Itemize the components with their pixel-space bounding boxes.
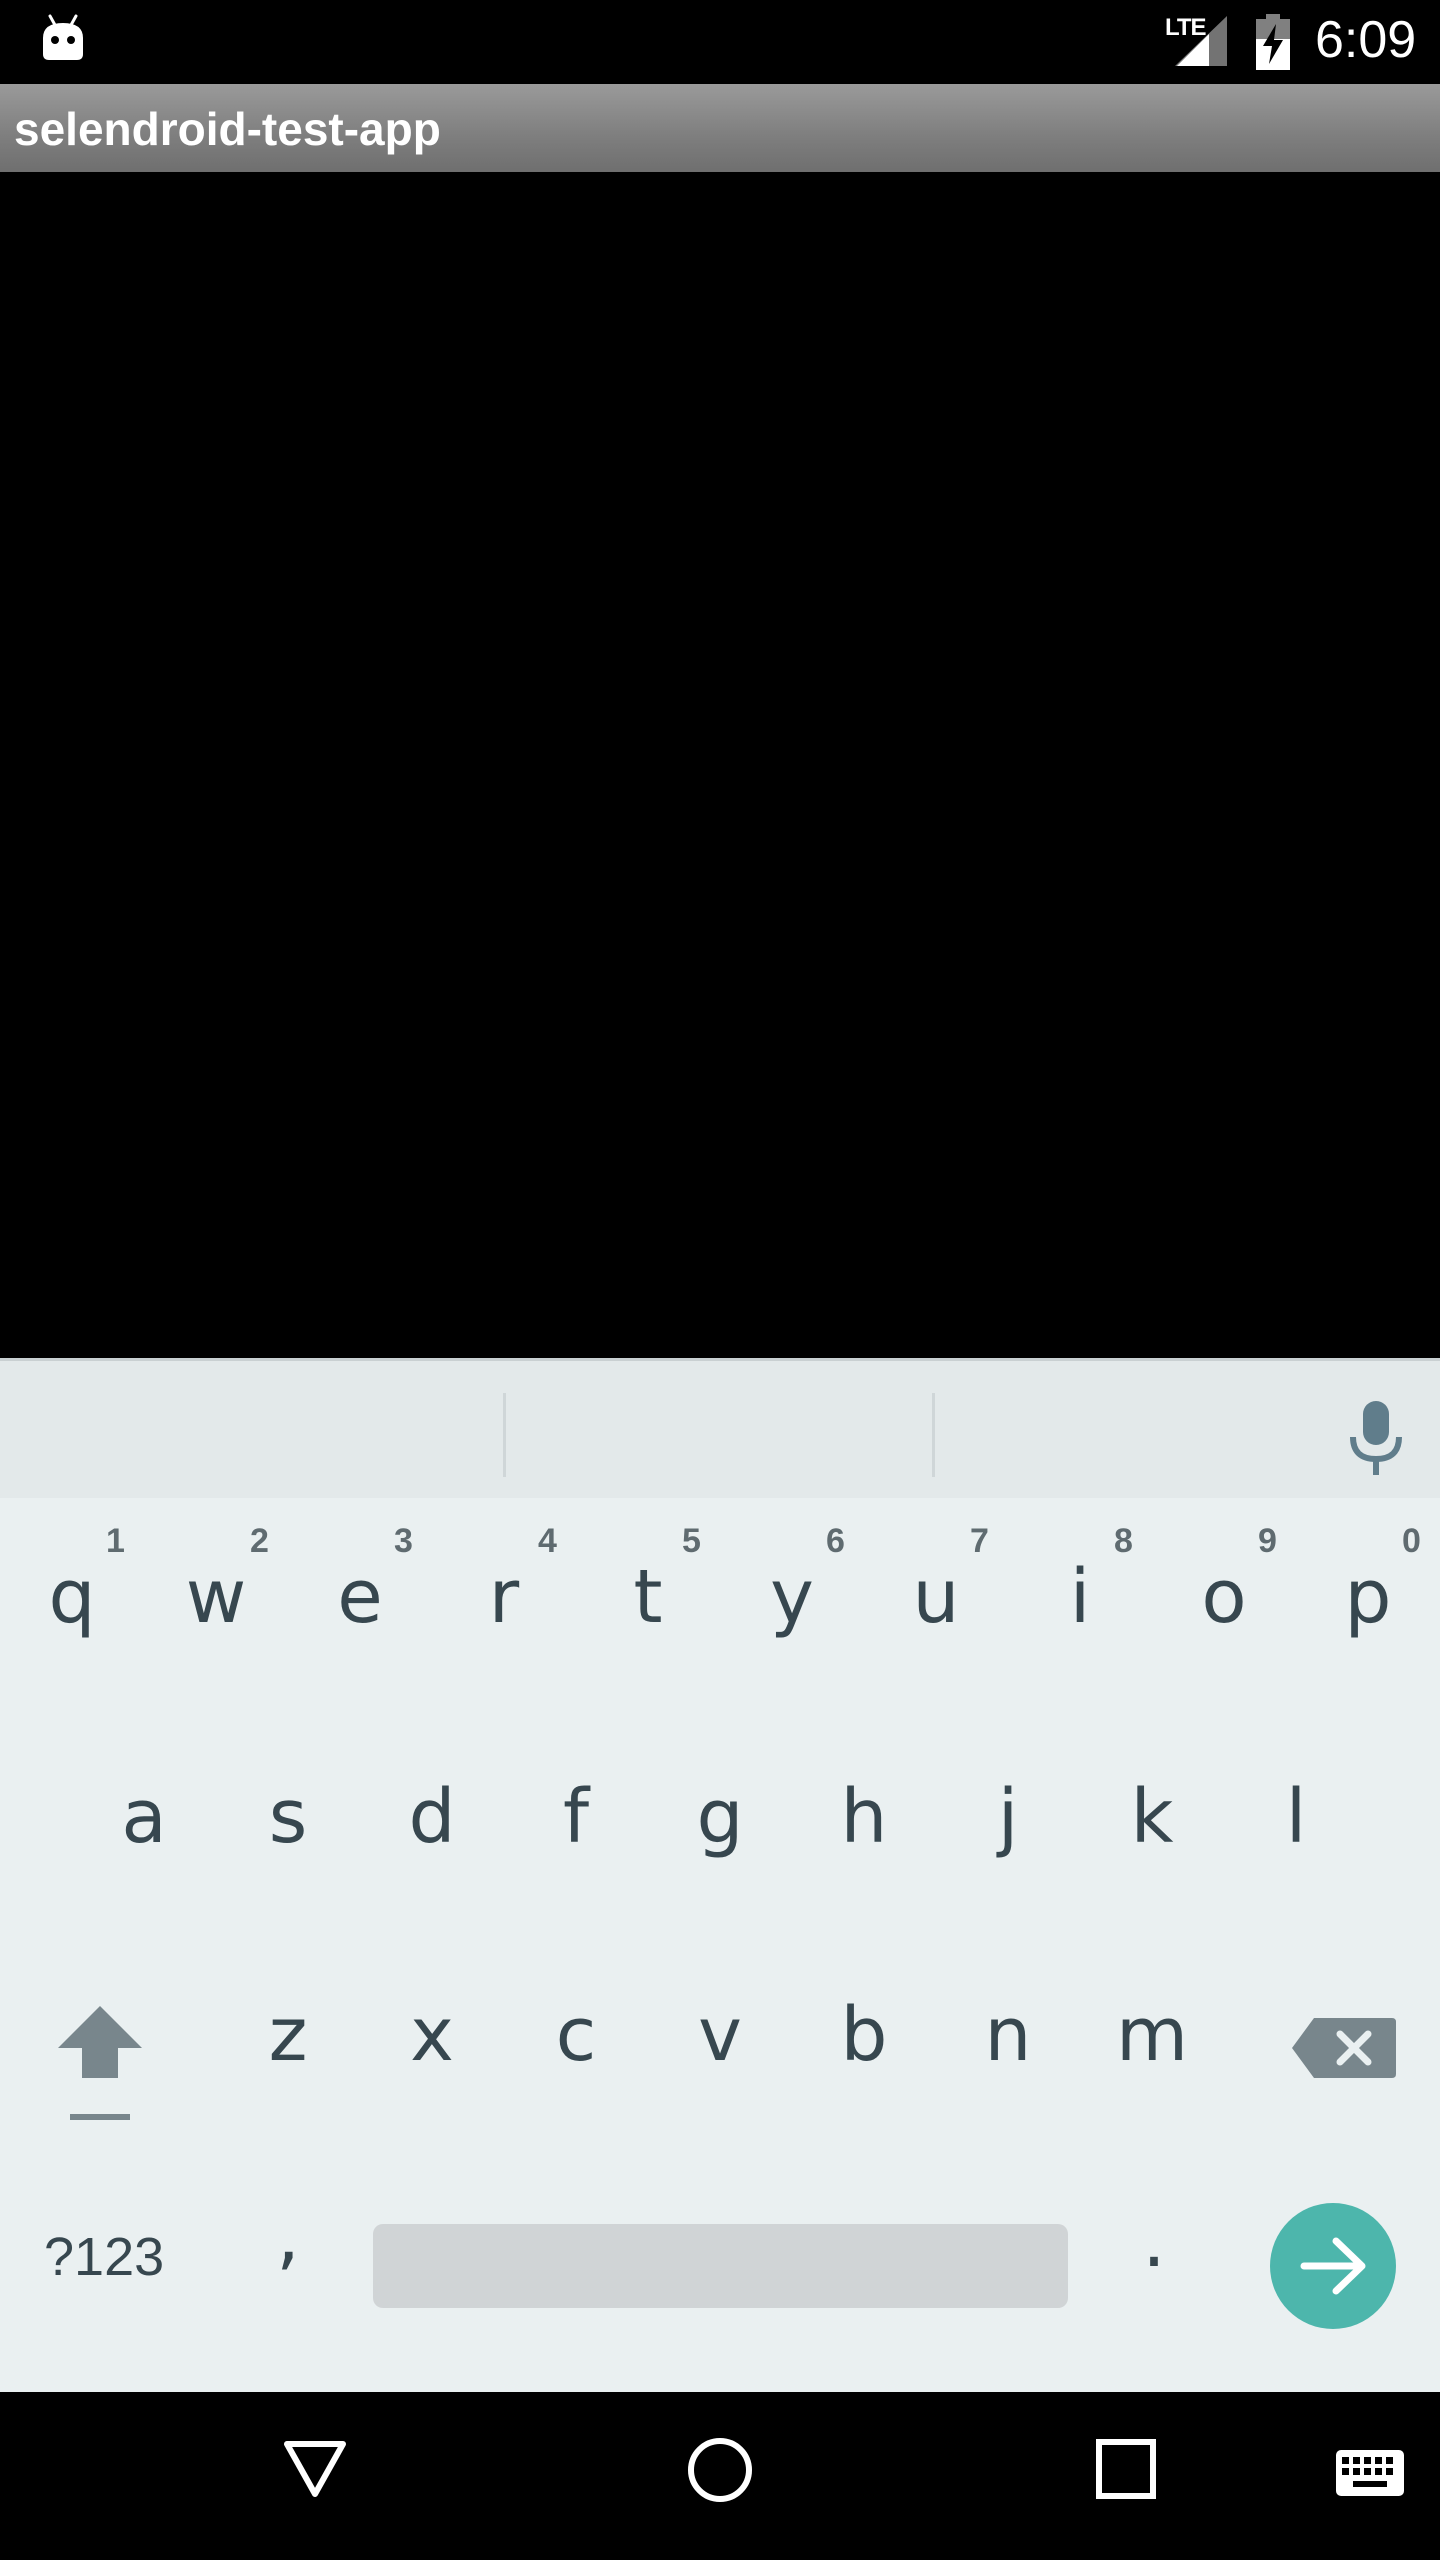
enter-button[interactable]: [1270, 2203, 1396, 2329]
suggestion-strip: [0, 1358, 1440, 1498]
key-d[interactable]: d: [360, 1730, 504, 1900]
key-p[interactable]: 0p: [1296, 1510, 1440, 1680]
keyboard-switch-icon[interactable]: [1334, 2448, 1406, 2498]
key-label: g: [696, 1774, 744, 1860]
key-label: z: [268, 1992, 308, 2078]
key-label: v: [698, 1992, 742, 2078]
key-label: b: [840, 1992, 888, 2078]
key-b[interactable]: b: [792, 1948, 936, 2118]
symbols-key[interactable]: ?123: [44, 2226, 164, 2288]
key-label: u: [912, 1554, 960, 1640]
key-label: x: [410, 1992, 454, 2078]
key-hint: 4: [538, 1522, 557, 1560]
key-label: w: [185, 1554, 247, 1640]
arrow-right-icon: [1300, 2237, 1366, 2295]
status-bar: LTE 6:09: [0, 0, 1440, 84]
key-hint: 8: [1114, 1522, 1133, 1560]
key-s[interactable]: s: [216, 1730, 360, 1900]
microphone-icon[interactable]: [1347, 1399, 1405, 1479]
recents-icon[interactable]: [1093, 2436, 1159, 2502]
android-icon: [43, 14, 83, 60]
key-label: l: [1285, 1774, 1307, 1860]
key-label: k: [1130, 1774, 1174, 1860]
key-a[interactable]: a: [72, 1730, 216, 1900]
key-g[interactable]: g: [648, 1730, 792, 1900]
key-z[interactable]: z: [216, 1948, 360, 2118]
battery-charging-icon: [1256, 14, 1290, 70]
key-j[interactable]: j: [936, 1730, 1080, 1900]
key-f[interactable]: f: [504, 1730, 648, 1900]
key-hint: 7: [970, 1522, 989, 1560]
status-clock: 6:09: [1315, 11, 1417, 69]
key-label: s: [268, 1774, 308, 1860]
key-i[interactable]: 8i: [1008, 1510, 1152, 1680]
app-title-bar: selendroid-test-app: [0, 84, 1440, 172]
key-t[interactable]: 5t: [576, 1510, 720, 1680]
key-label: c: [555, 1992, 597, 2078]
home-icon[interactable]: [686, 2436, 754, 2504]
key-hint: 3: [394, 1522, 413, 1560]
key-w[interactable]: 2w: [144, 1510, 288, 1680]
key-c[interactable]: c: [504, 1948, 648, 2118]
comma-key[interactable]: ,: [264, 2193, 312, 2313]
key-label: d: [408, 1774, 456, 1860]
key-hint: 2: [250, 1522, 269, 1560]
key-label: h: [840, 1774, 888, 1860]
key-label: m: [1115, 1992, 1189, 2078]
cell-signal-icon: [1175, 16, 1227, 66]
app-content-area: [0, 172, 1440, 1358]
key-label: n: [984, 1992, 1032, 2078]
back-icon[interactable]: [282, 2436, 348, 2502]
key-u[interactable]: 7u: [864, 1510, 1008, 1680]
period-key[interactable]: .: [1130, 2198, 1178, 2318]
app-title: selendroid-test-app: [14, 103, 441, 155]
key-label: r: [488, 1554, 520, 1640]
key-h[interactable]: h: [792, 1730, 936, 1900]
key-e[interactable]: 3e: [288, 1510, 432, 1680]
key-label: a: [121, 1774, 167, 1860]
backspace-icon[interactable]: [1290, 2008, 1400, 2088]
key-label: f: [562, 1774, 590, 1860]
shift-icon[interactable]: [40, 1996, 160, 2146]
key-label: i: [1069, 1554, 1091, 1640]
navigation-bar: [0, 2392, 1440, 2560]
key-y[interactable]: 6y: [720, 1510, 864, 1680]
key-label: y: [770, 1554, 814, 1640]
key-r[interactable]: 4r: [432, 1510, 576, 1680]
key-k[interactable]: k: [1080, 1730, 1224, 1900]
key-label: j: [997, 1774, 1019, 1860]
soft-keyboard: 1q 2w 3e 4r 5t 6y 7u 8i 9o 0p a s d f g …: [0, 1358, 1440, 2392]
key-x[interactable]: x: [360, 1948, 504, 2118]
key-n[interactable]: n: [936, 1948, 1080, 2118]
suggestion-divider: [503, 1393, 506, 1477]
suggestion-divider: [932, 1393, 935, 1477]
key-hint: 1: [106, 1522, 125, 1560]
key-l[interactable]: l: [1224, 1730, 1368, 1900]
key-label: q: [48, 1554, 96, 1640]
key-m[interactable]: m: [1080, 1948, 1224, 2118]
key-hint: 9: [1258, 1522, 1277, 1560]
key-hint: 0: [1402, 1522, 1421, 1560]
space-bar[interactable]: [373, 2224, 1068, 2308]
device-screen: LTE 6:09 selendroid-test-app 1 q 2 w 3 e…: [0, 0, 1440, 2560]
key-label: p: [1344, 1554, 1392, 1640]
key-q[interactable]: 1q: [0, 1510, 144, 1680]
key-v[interactable]: v: [648, 1948, 792, 2118]
key-hint: 6: [826, 1522, 845, 1560]
key-label: e: [337, 1554, 383, 1640]
key-label: o: [1201, 1554, 1247, 1640]
key-label: t: [633, 1554, 663, 1640]
key-hint: 5: [682, 1522, 701, 1560]
key-o[interactable]: 9o: [1152, 1510, 1296, 1680]
